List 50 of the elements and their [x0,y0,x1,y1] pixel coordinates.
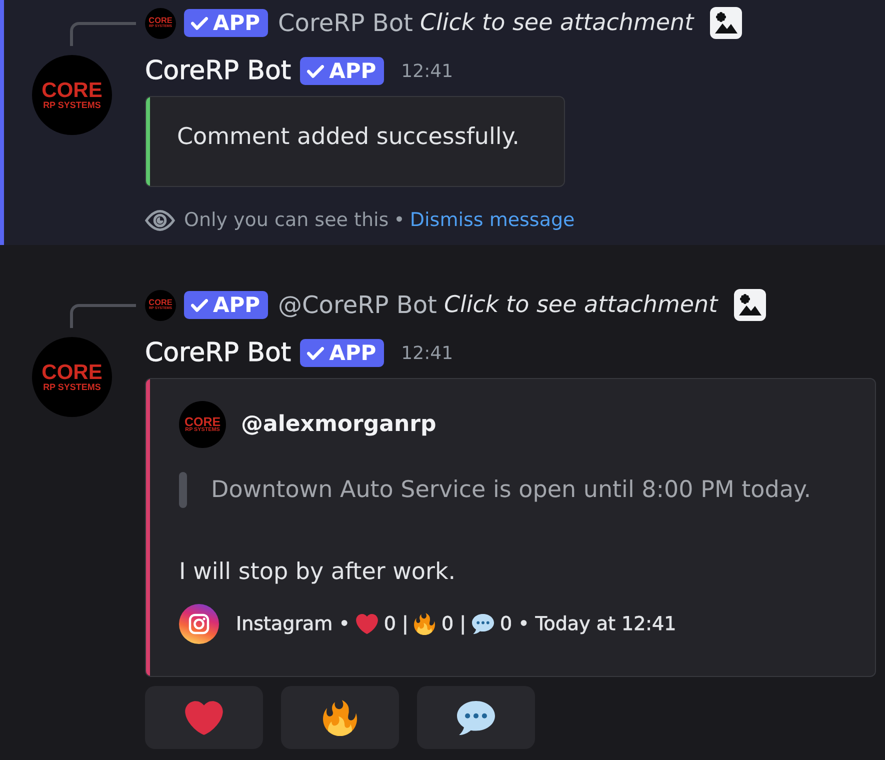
image-icon [734,289,766,321]
check-icon [307,346,324,360]
quote-text: Downtown Auto Service is open until 8:00 PM today. [211,476,812,505]
eye-icon [145,210,175,230]
check-icon [307,64,324,78]
heart-icon [356,614,378,634]
quote-bar [179,472,187,508]
image-icon [710,7,742,39]
badge-text: APP [329,340,376,367]
footer-text: Instagram • [236,613,350,635]
fire-icon [414,613,436,635]
logo-subtext: RP SYSTEMS [43,101,101,110]
fire-icon [323,700,357,736]
speech-bubble-icon [457,700,495,734]
badge-text: APP [213,292,260,319]
logo-text: CORE [42,362,102,383]
avatar[interactable]: CORE RP SYSTEMS [32,55,112,135]
reaction-button[interactable] [281,686,399,749]
reply-preview-text[interactable]: Click to see attachment [420,10,694,36]
dismiss-link[interactable]: Dismiss message [410,209,575,231]
badge-text: APP [213,10,260,37]
logo-subtext: RP SYSTEMS [43,383,101,392]
badge-text: APP [329,58,376,85]
footer-text: 0 | [384,613,408,635]
avatar[interactable]: CORE RP SYSTEMS [32,337,112,417]
username[interactable]: CoreRP Bot [145,56,292,86]
username[interactable]: CoreRP Bot [145,338,292,368]
notice-text: Only you can see this [184,209,389,231]
reply-preview-text[interactable]: Click to see attachment [444,292,718,318]
logo-text: CORE [148,17,172,26]
speech-bubble-icon [472,614,494,634]
timestamp: 12:41 [401,342,454,364]
embed-author-name[interactable]: @alexmorganrp [241,412,436,437]
reply-author[interactable]: @CoreRP Bot [278,291,437,319]
timestamp: 12:41 [401,60,454,82]
footer-text: 0 | [441,613,466,635]
check-icon [191,298,208,312]
embed-description: I will stop by after work. [179,558,457,587]
footer-text: 0 • Today at 12:41 [500,613,676,635]
heart-icon [185,700,223,734]
embed-description: Comment added successfully. [177,123,520,152]
separator-dot: • [394,209,405,231]
reply-connector [70,22,136,46]
camera-icon [179,604,219,644]
check-icon [191,16,208,30]
logo-text: CORE [42,80,102,101]
reply-connector [70,304,136,328]
logo-text: CORE [148,299,172,308]
reply-author[interactable]: CoreRP Bot [278,9,413,37]
reaction-button[interactable] [417,686,535,749]
